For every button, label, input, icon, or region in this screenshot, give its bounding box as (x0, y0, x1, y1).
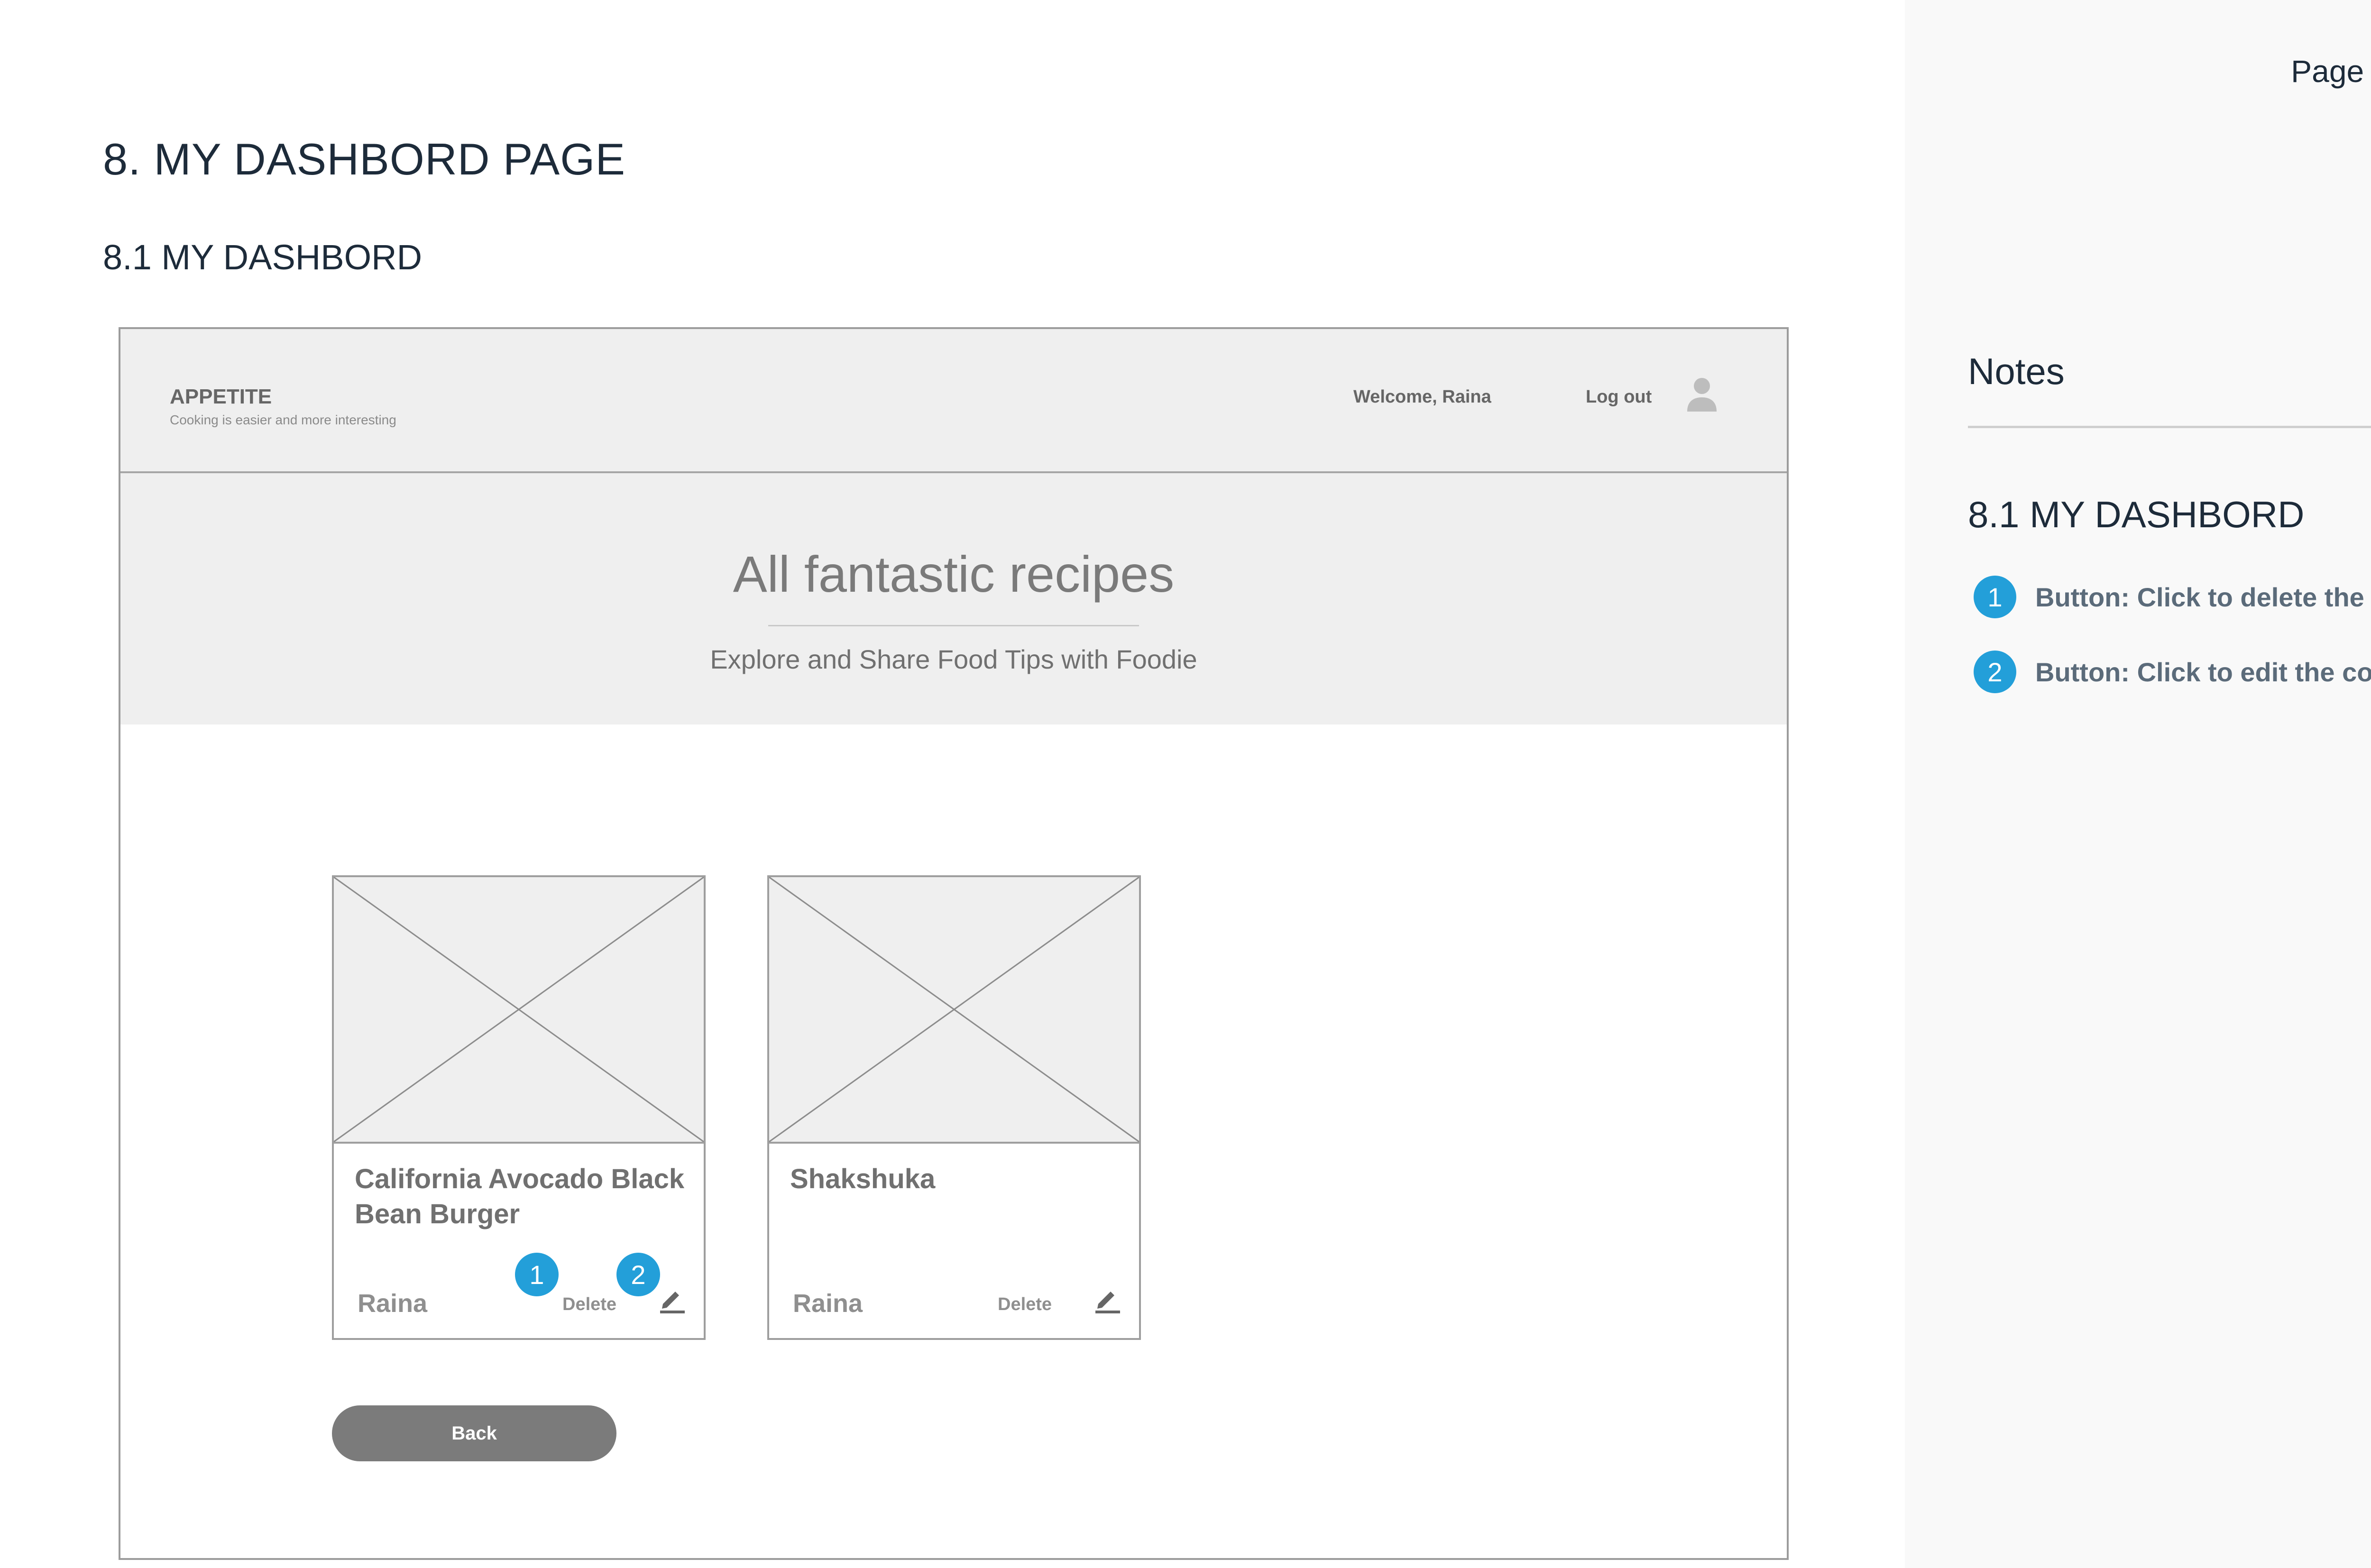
hero-banner: All fantastic recipes Explore and Share … (120, 473, 1787, 724)
app-header: APPETITE Cooking is easier and more inte… (120, 329, 1787, 473)
note-marker: 1 (1974, 576, 2016, 618)
note-marker: 2 (1974, 651, 2016, 693)
hero-divider (768, 625, 1139, 626)
notes-section-title: 8.1 MY DASHBORD (1968, 494, 2305, 535)
recipe-title[interactable]: California Avocado Black Bean Burger (355, 1162, 687, 1232)
note-text: Button: Click to edit the content (2035, 657, 2371, 687)
notes-title: Notes (1968, 350, 2065, 392)
notes-panel: Page 12 Notes 8.1 MY DASHBORD 1 Button: … (1905, 0, 2371, 1568)
pencil-icon[interactable] (657, 1285, 687, 1314)
recipe-card[interactable]: California Avocado Black Bean Burger Rai… (332, 875, 706, 1340)
recipe-title[interactable]: Shakshuka (790, 1162, 1122, 1197)
welcome-text: Welcome, Raina (1353, 387, 1491, 407)
note-item: 1 Button: Click to delete the content (1974, 576, 2371, 618)
image-placeholder (769, 877, 1139, 1144)
recipe-card[interactable]: Shakshuka Raina Delete (767, 875, 1141, 1340)
delete-button[interactable]: Delete (562, 1294, 616, 1315)
notes-divider (1968, 426, 2371, 428)
document-subtitle: 8.1 MY DASHBORD (103, 238, 423, 277)
note-text: Button: Click to delete the content (2035, 582, 2371, 612)
app-tagline: Cooking is easier and more interesting (170, 413, 396, 427)
pencil-icon[interactable] (1093, 1285, 1122, 1314)
back-button[interactable]: Back (332, 1405, 616, 1461)
document-title: 8. MY DASHBORD PAGE (103, 134, 626, 184)
app-logo[interactable]: APPETITE (170, 385, 272, 409)
logout-link[interactable]: Log out (1586, 387, 1652, 407)
page-number: Page 12 (2291, 54, 2371, 89)
wireframe-frame: APPETITE Cooking is easier and more inte… (119, 327, 1789, 1560)
hero-title: All fantastic recipes (733, 545, 1175, 603)
annotation-marker-1: 1 (515, 1253, 559, 1296)
user-icon[interactable] (1685, 376, 1719, 413)
image-placeholder (334, 877, 704, 1144)
note-item: 2 Button: Click to edit the content (1974, 651, 2371, 693)
delete-button[interactable]: Delete (998, 1294, 1052, 1315)
hero-subtitle: Explore and Share Food Tips with Foodie (710, 644, 1197, 674)
recipe-author: Raina (358, 1289, 428, 1318)
annotation-marker-2: 2 (616, 1253, 660, 1296)
recipe-author: Raina (793, 1289, 863, 1318)
